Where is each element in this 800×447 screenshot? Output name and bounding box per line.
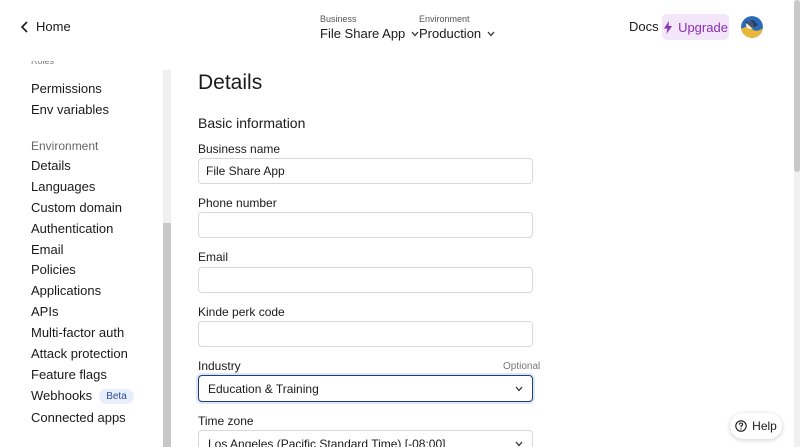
upgrade-button[interactable]: Upgrade <box>662 14 729 40</box>
sidebar-item-email[interactable]: Email <box>31 242 64 258</box>
business-name-input[interactable] <box>198 158 533 184</box>
top-bar: Home Business File Share App Environment… <box>0 0 794 54</box>
timezone-label: Time zone <box>198 414 254 428</box>
chevron-down-icon <box>487 31 495 36</box>
sidebar-item-env-variables[interactable]: Env variables <box>31 102 109 118</box>
page-scrollbar[interactable] <box>794 0 800 447</box>
email-input[interactable] <box>198 267 533 293</box>
email-label: Email <box>198 250 229 264</box>
sidebar-item-feature-flags[interactable]: Feature flags <box>31 367 107 383</box>
page-title: Details <box>198 71 263 94</box>
avatar[interactable] <box>741 16 763 38</box>
page-scrollbar-thumb[interactable] <box>794 0 800 172</box>
business-value: File Share App <box>320 26 406 41</box>
environment-value: Production <box>419 26 482 41</box>
sidebar-item-details[interactable]: Details <box>31 158 71 174</box>
section-title: Basic information <box>198 115 306 131</box>
sidebar-item-label: Webhooks <box>31 388 93 403</box>
perk-code-input[interactable] <box>198 321 533 347</box>
chevron-left-icon <box>20 20 28 33</box>
help-label: Help <box>752 419 777 433</box>
perk-code-label: Kinde perk code <box>198 305 285 319</box>
sidebar-item-webhooks[interactable]: Webhooks Beta <box>31 388 134 404</box>
sidebar-item-apis[interactable]: APIs <box>31 304 58 320</box>
sidebar-scrollbar[interactable] <box>163 70 171 447</box>
beta-badge: Beta <box>99 389 134 404</box>
timezone-select[interactable]: Los Angeles (Pacific Standard Time) [-08… <box>198 430 533 447</box>
sidebar-item-attack-protection[interactable]: Attack protection <box>31 346 128 362</box>
industry-label: Industry <box>198 359 241 373</box>
chevron-down-icon <box>515 441 523 446</box>
optional-hint: Optional <box>503 361 541 372</box>
docs-link[interactable]: Docs <box>629 19 659 34</box>
phone-number-input[interactable] <box>198 212 533 238</box>
sidebar-item-connected-apps[interactable]: Connected apps <box>31 410 126 426</box>
sidebar-item-applications[interactable]: Applications <box>31 283 101 299</box>
timezone-value: Los Angeles (Pacific Standard Time) [-08… <box>208 436 446 447</box>
home-link[interactable]: Home <box>20 19 71 34</box>
environment-caption: Environment <box>419 14 470 24</box>
sidebar-item-permissions[interactable]: Permissions <box>31 81 102 97</box>
sidebar-item-custom-domain[interactable]: Custom domain <box>31 200 122 216</box>
help-icon <box>735 420 747 432</box>
environment-switcher[interactable]: Environment Production <box>419 14 495 42</box>
sidebar-item-authentication[interactable]: Authentication <box>31 221 113 237</box>
business-name-label: Business name <box>198 142 281 156</box>
upgrade-label: Upgrade <box>678 19 728 35</box>
industry-value: Education & Training <box>208 381 319 396</box>
sidebar-item-multi-factor-auth[interactable]: Multi-factor auth <box>31 325 124 341</box>
sidebar-heading-environment: Environment <box>31 139 99 153</box>
sidebar-item-languages[interactable]: Languages <box>31 179 95 195</box>
business-caption: Business <box>320 14 357 24</box>
lightning-icon <box>664 20 673 34</box>
industry-select[interactable]: Education & Training <box>198 375 533 402</box>
phone-number-label: Phone number <box>198 196 277 210</box>
sidebar-item-roles-partial[interactable]: Roles <box>31 61 54 67</box>
sidebar-scrollbar-thumb[interactable] <box>163 223 171 447</box>
sidebar: Roles Permissions Env variables Environm… <box>0 54 164 447</box>
sidebar-item-policies[interactable]: Policies <box>31 262 76 278</box>
help-button[interactable]: Help <box>730 413 782 439</box>
chevron-down-icon <box>515 386 523 391</box>
home-label: Home <box>36 19 71 34</box>
business-switcher[interactable]: Business File Share App <box>320 14 419 42</box>
main-content: Details Basic information Business name … <box>171 54 794 447</box>
